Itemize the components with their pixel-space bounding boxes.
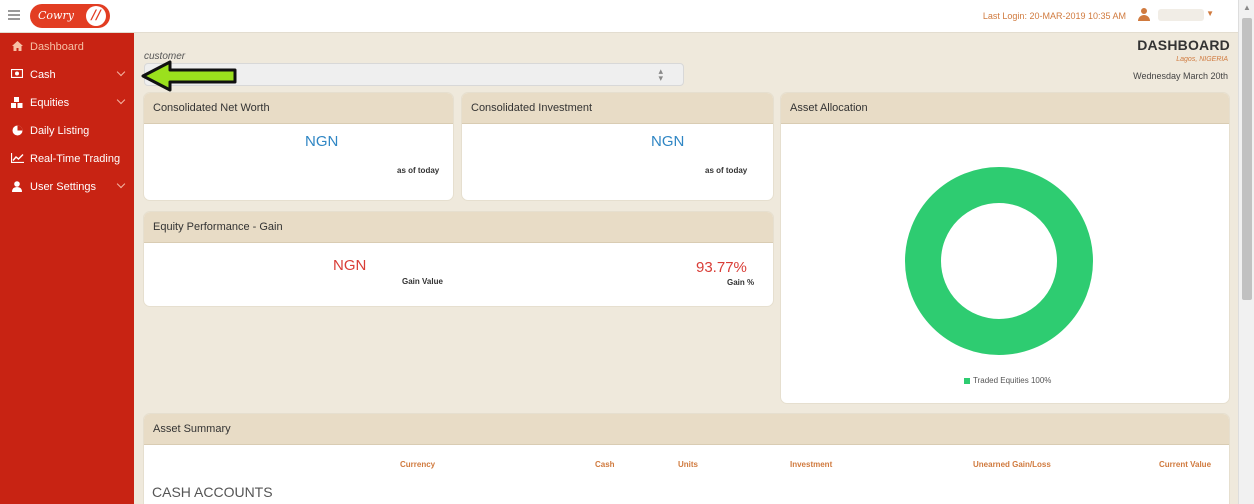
last-login-text: Last Login: 20-MAR-2019 10:35 AM bbox=[982, 11, 1126, 21]
donut-chart[interactable] bbox=[899, 161, 1099, 361]
sidebar-item-equities[interactable]: Equities bbox=[0, 89, 134, 117]
column-header-units: Units bbox=[678, 460, 698, 469]
net-worth-currency: NGN bbox=[305, 133, 339, 150]
chevron-down-icon bbox=[116, 95, 126, 105]
gain-value-label: Gain Value bbox=[402, 277, 443, 286]
chevron-down-icon bbox=[116, 179, 126, 189]
cash-accounts-heading: CASH ACCOUNTS bbox=[152, 484, 273, 500]
location-text: Lagos, NIGERIA bbox=[1176, 56, 1228, 63]
net-worth-card: Consolidated Net Worth NGN as of today bbox=[143, 92, 454, 201]
chevron-down-icon bbox=[116, 67, 126, 77]
date-text: Wednesday March 20th bbox=[1133, 71, 1228, 81]
sidebar-item-label: Cash bbox=[30, 69, 56, 81]
sidebar-item-label: Real-Time Trading bbox=[30, 153, 121, 165]
scroll-up-icon[interactable]: ▲ bbox=[1239, 0, 1254, 16]
donut-slice-traded-equities[interactable] bbox=[905, 167, 1093, 355]
column-header-investment: Investment bbox=[790, 460, 833, 469]
net-worth-sub: as of today bbox=[397, 166, 440, 175]
card-title: Asset Allocation bbox=[781, 93, 1229, 124]
chevron-down-icon[interactable]: ▼ bbox=[1206, 9, 1214, 18]
legend-swatch bbox=[964, 377, 970, 384]
logo-mark: // bbox=[86, 6, 106, 26]
home-icon bbox=[11, 41, 23, 53]
annotation-arrow-icon bbox=[141, 60, 237, 92]
sidebar: Dashboard Cash Equities Daily Listing Re… bbox=[0, 33, 134, 504]
card-title: Consolidated Net Worth bbox=[144, 93, 453, 124]
pie-icon bbox=[11, 125, 23, 137]
asset-summary-card: Asset Summary Currency Cash Units Invest… bbox=[143, 413, 1230, 504]
sidebar-item-label: Equities bbox=[30, 97, 70, 109]
select-updown-icon: ▴ ▾ bbox=[658, 66, 663, 83]
gain-currency: NGN bbox=[333, 257, 367, 274]
equity-performance-card: Equity Performance - Gain NGN Gain Value… bbox=[143, 211, 774, 307]
sidebar-item-label: Daily Listing bbox=[30, 125, 90, 137]
card-title: Consolidated Investment bbox=[462, 93, 773, 124]
sidebar-item-daily-listing[interactable]: Daily Listing bbox=[0, 117, 134, 145]
legend-label: Traded Equities 100% bbox=[973, 376, 1052, 385]
chart-legend[interactable]: Traded Equities 100% bbox=[964, 376, 1051, 385]
hamburger-icon[interactable] bbox=[8, 10, 20, 20]
investment-currency: NGN bbox=[651, 133, 685, 150]
column-header-current-value: Current Value bbox=[1159, 460, 1212, 469]
logo-text: Cowry bbox=[38, 9, 74, 22]
card-title: Equity Performance - Gain bbox=[144, 212, 773, 243]
card-title: Asset Summary bbox=[144, 414, 1229, 445]
sidebar-item-real-time-trading[interactable]: Real-Time Trading bbox=[0, 145, 134, 173]
cubes-icon bbox=[11, 97, 23, 109]
money-icon bbox=[10, 68, 24, 81]
logo[interactable]: Cowry // bbox=[30, 4, 110, 28]
sidebar-item-cash[interactable]: Cash bbox=[0, 61, 134, 89]
username-redacted[interactable] bbox=[1158, 9, 1204, 21]
sidebar-item-label: User Settings bbox=[30, 181, 97, 193]
line-chart-icon bbox=[10, 153, 24, 165]
page-scrollbar[interactable]: ▲ bbox=[1238, 0, 1254, 504]
column-header-unearned: Unearned Gain/Loss bbox=[973, 460, 1051, 469]
page-title: DASHBOARD bbox=[1137, 37, 1230, 53]
top-bar: Cowry // Last Login: 20-MAR-2019 10:35 A… bbox=[0, 0, 1238, 33]
user-icon bbox=[11, 181, 23, 193]
investment-card: Consolidated Investment NGN as of today bbox=[461, 92, 774, 201]
asset-allocation-card: Asset Allocation Traded Equities 100% bbox=[780, 92, 1230, 404]
sidebar-item-dashboard[interactable]: Dashboard bbox=[0, 33, 134, 61]
sidebar-item-user-settings[interactable]: User Settings bbox=[0, 173, 134, 201]
scroll-thumb[interactable] bbox=[1242, 18, 1252, 300]
sidebar-item-label: Dashboard bbox=[30, 41, 84, 53]
column-header-currency: Currency bbox=[400, 460, 436, 469]
column-header-cash: Cash bbox=[595, 460, 615, 469]
gain-percent-label: Gain % bbox=[727, 278, 755, 287]
gain-percent: 93.77% bbox=[696, 259, 747, 276]
user-icon[interactable] bbox=[1138, 8, 1150, 22]
investment-sub: as of today bbox=[705, 166, 748, 175]
